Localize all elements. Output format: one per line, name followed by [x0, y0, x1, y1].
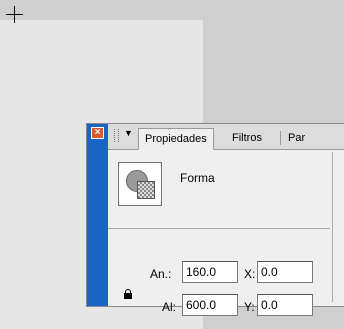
x-label: X:	[244, 267, 256, 281]
divider	[332, 152, 333, 302]
lock-icon[interactable]	[124, 289, 132, 299]
width-field[interactable]: 160.0	[182, 261, 238, 283]
object-type-label: Forma	[180, 171, 215, 185]
shape-icon	[118, 162, 162, 206]
tab-propiedades[interactable]: Propiedades	[138, 128, 214, 150]
panel-tab-bar: ▼ Propiedades Filtros Par	[108, 124, 344, 150]
properties-panel: × ▼ Propiedades Filtros Par Forma An.: 1…	[86, 123, 344, 316]
crosshair-cursor-icon	[6, 6, 23, 23]
y-label: Y:	[244, 300, 255, 314]
width-label: An.:	[150, 267, 172, 281]
tab-separator	[280, 131, 281, 145]
height-field[interactable]: 600.0	[182, 294, 238, 316]
x-field[interactable]: 0.0	[257, 261, 313, 283]
close-icon[interactable]: ×	[91, 127, 104, 139]
height-label: Al:	[162, 300, 177, 314]
collapse-arrow-icon[interactable]: ▼	[124, 128, 133, 138]
drag-grip-icon[interactable]	[114, 129, 119, 142]
panel-body: Forma An.: 160.0 X: 0.0 Al: 600.0 Y: 0.0	[108, 150, 344, 316]
y-field[interactable]: 0.0	[257, 294, 313, 316]
tab-parametros[interactable]: Par	[288, 130, 318, 149]
panel-side-strip[interactable]: ×	[87, 124, 108, 306]
tab-filtros[interactable]: Filtros	[232, 130, 262, 149]
divider	[108, 228, 330, 229]
